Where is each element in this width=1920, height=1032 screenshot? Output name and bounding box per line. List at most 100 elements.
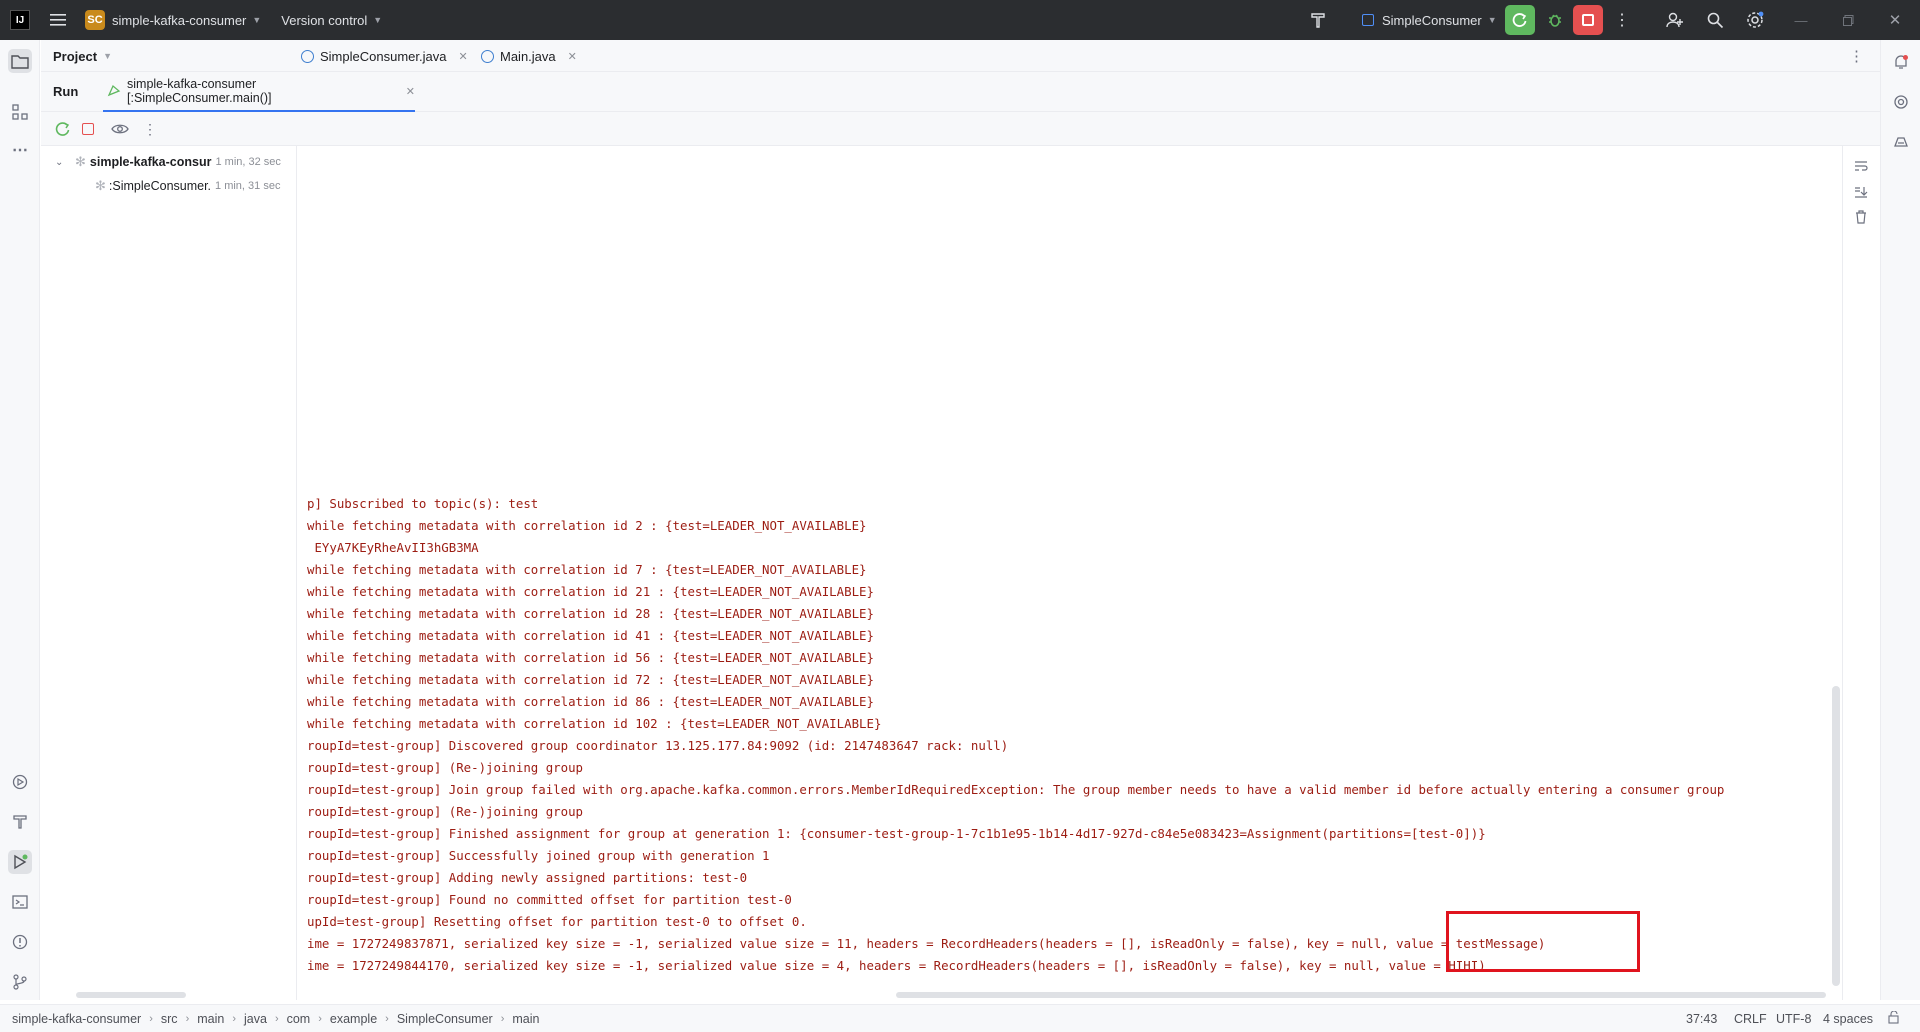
- status-bar: simple-kafka-consumer › src › main › java › com ›…: [0, 1004, 1920, 1032]
- console-line: ime = 1727249837871, serialized key size…: [307, 936, 1546, 951]
- version-control-label: Version control: [281, 12, 368, 28]
- chevron-down-icon: ▼: [1487, 15, 1497, 25]
- run-tree-child[interactable]: ✻ :SimpleConsumer. 1 min, 31 sec: [95, 178, 280, 194]
- version-control-menu[interactable]: Version control ▼: [281, 0, 382, 40]
- breadcrumb-item[interactable]: example: [330, 1012, 377, 1026]
- file-encoding[interactable]: UTF-8: [1776, 1012, 1811, 1026]
- project-switcher[interactable]: SC simple-kafka-consumer ▼: [85, 0, 261, 40]
- console-output[interactable]: p] Subscribed to topic(s): test while fet…: [298, 146, 1842, 1000]
- cursor-position[interactable]: 37:43: [1686, 1012, 1717, 1026]
- run-panel-title: Run: [53, 84, 79, 99]
- services-icon[interactable]: [8, 770, 32, 794]
- terminal-icon[interactable]: [8, 890, 32, 914]
- build-icon[interactable]: [8, 810, 32, 834]
- run-config-icon: [107, 83, 121, 100]
- main-menu-icon[interactable]: [43, 5, 73, 35]
- console-line: while fetching metadata with correlation…: [307, 628, 874, 643]
- copilot-icon[interactable]: [1889, 130, 1913, 154]
- left-tool-stripe: ⋯: [0, 40, 40, 1000]
- breadcrumb-item[interactable]: src: [161, 1012, 178, 1026]
- project-panel-title: Project: [53, 48, 98, 64]
- chevron-down-icon: ▼: [373, 15, 383, 25]
- more-options-icon[interactable]: ⋮: [135, 114, 165, 144]
- run-tree-child-time: 1 min, 31 sec: [215, 180, 281, 192]
- git-icon[interactable]: [8, 970, 32, 994]
- line-separator[interactable]: CRLF: [1734, 1012, 1767, 1026]
- spinner-icon: ✻: [75, 154, 86, 169]
- horizontal-scrollbar[interactable]: [896, 992, 1826, 998]
- title-bar: IJ SC simple-kafka-consumer ▼ Version co…: [0, 0, 1920, 40]
- run-tree-root-time: 1 min, 32 sec: [215, 156, 281, 168]
- breadcrumb-separator-icon: ›: [500, 1012, 505, 1025]
- spinner-icon: ✻: [95, 178, 106, 193]
- more-tools-icon[interactable]: ⋯: [8, 138, 32, 162]
- minimize-icon[interactable]: —: [1786, 5, 1816, 35]
- more-actions-icon[interactable]: ⋮: [1607, 5, 1637, 35]
- project-badge: SC: [85, 10, 105, 30]
- clear-trash-icon[interactable]: [1846, 202, 1876, 232]
- run-tab[interactable]: simple-kafka-consumer [:SimpleConsumer.m…: [103, 72, 415, 112]
- breadcrumb-item[interactable]: SimpleConsumer: [397, 1012, 493, 1026]
- project-panel-header[interactable]: Project ▼: [53, 40, 112, 72]
- highlight-box: [1446, 911, 1640, 972]
- restore-window-icon[interactable]: [1833, 5, 1863, 35]
- app-config-icon: [1362, 14, 1374, 26]
- tab-simpleconsumer-java[interactable]: SimpleConsumer.java ✕: [301, 40, 468, 72]
- breadcrumb-separator-icon: ›: [185, 1012, 190, 1025]
- tab-label: Main.java: [500, 48, 556, 64]
- close-icon[interactable]: ✕: [458, 50, 467, 63]
- run-tree-root-label: simple-kafka-consur: [89, 155, 212, 169]
- close-icon[interactable]: ✕: [406, 85, 415, 98]
- breadcrumb-item[interactable]: main: [512, 1012, 539, 1026]
- breadcrumb-item[interactable]: main: [197, 1012, 224, 1026]
- console-line: roupId=test-group] Adding newly assigned…: [307, 870, 748, 885]
- run-tree-root[interactable]: ✻ simple-kafka-consur 1 min, 32 sec: [75, 154, 281, 170]
- breadcrumb-separator-icon: ›: [385, 1012, 389, 1025]
- intellij-logo-icon[interactable]: IJ: [10, 10, 30, 30]
- breadcrumb-item[interactable]: com: [287, 1012, 311, 1026]
- settings-gear-icon[interactable]: [1740, 5, 1770, 35]
- console-line: ime = 1727249844170, serialized key size…: [307, 958, 1486, 973]
- notifications-bell-icon[interactable]: [1889, 50, 1913, 74]
- stop-button[interactable]: [1573, 5, 1603, 35]
- structure-icon[interactable]: [8, 100, 32, 124]
- console-line: roupId=test-group] Found no committed of…: [307, 892, 792, 907]
- console-line: EYyA7KEyRheAvII3hGB3MA: [307, 540, 479, 555]
- console-line: roupId=test-group] (Re-)joining group: [307, 760, 584, 775]
- stop-icon[interactable]: [73, 114, 103, 144]
- breadcrumb-separator-icon: ›: [149, 1012, 153, 1025]
- rerun-button[interactable]: [1505, 5, 1535, 35]
- breadcrumb-separator-icon: ›: [318, 1012, 322, 1025]
- search-icon[interactable]: [1700, 5, 1730, 35]
- console-line: while fetching metadata with correlation…: [307, 694, 874, 709]
- read-only-lock-icon[interactable]: [1888, 1010, 1901, 1027]
- console-line: roupId=test-group] (Re-)joining group: [307, 804, 584, 819]
- tab-options-icon[interactable]: ⋮: [1849, 40, 1864, 72]
- vertical-scrollbar[interactable]: [1832, 686, 1840, 986]
- breadcrumb-item[interactable]: simple-kafka-consumer: [12, 1012, 141, 1026]
- expand-chevron-icon[interactable]: ⌄: [55, 157, 63, 168]
- java-class-icon: [481, 49, 494, 63]
- project-folder-icon[interactable]: [8, 49, 32, 73]
- horizontal-scrollbar[interactable]: [76, 992, 186, 998]
- console-line: roupId=test-group] Successfully joined g…: [307, 848, 770, 863]
- problems-icon[interactable]: [8, 930, 32, 954]
- tab-label: SimpleConsumer.java: [320, 48, 447, 64]
- debug-bug-icon[interactable]: [1540, 5, 1570, 35]
- ai-assistant-icon[interactable]: [1889, 90, 1913, 114]
- indent-setting[interactable]: 4 spaces: [1823, 1012, 1873, 1026]
- console-line: roupId=test-group] Join group failed wit…: [307, 782, 1725, 797]
- add-user-icon[interactable]: [1660, 5, 1690, 35]
- editor-tab-row: Project ▼ SimpleConsumer.java ✕ Main.jav…: [41, 40, 1880, 72]
- close-icon[interactable]: ✕: [568, 50, 577, 63]
- run-tool-icon[interactable]: [8, 850, 32, 874]
- view-options-eye-icon[interactable]: [105, 114, 135, 144]
- console-line: roupId=test-group] Finished assignment f…: [307, 826, 1486, 841]
- breadcrumb-item[interactable]: java: [244, 1012, 267, 1026]
- close-window-icon[interactable]: ✕: [1880, 5, 1910, 35]
- build-hammer-icon[interactable]: [1303, 5, 1333, 35]
- chevron-down-icon: ▼: [252, 15, 262, 25]
- run-config-selector[interactable]: SimpleConsumer ▼: [1362, 0, 1497, 40]
- tab-main-java[interactable]: Main.java ✕: [481, 40, 577, 72]
- run-tree-child-label: :SimpleConsumer.: [108, 179, 212, 193]
